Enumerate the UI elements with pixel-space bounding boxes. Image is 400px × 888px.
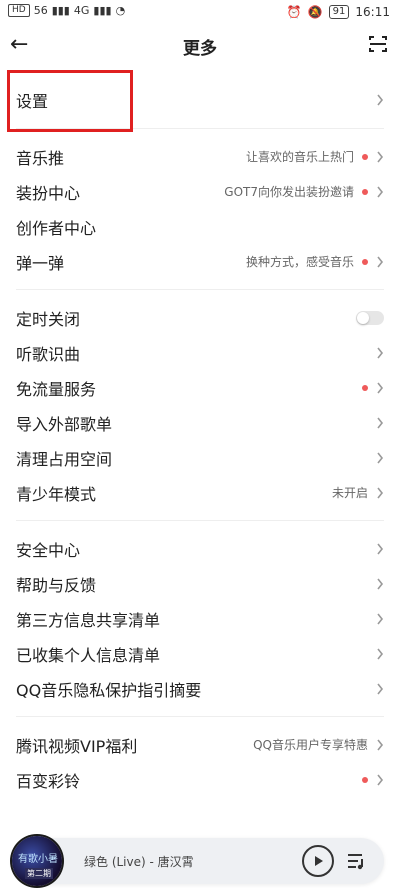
chevron-right-icon (376, 94, 384, 106)
status-left: HD 56 ▮▮▮ 4G ▮▮▮ ◔ (8, 4, 125, 17)
list-item-label: 装扮中心 (16, 183, 81, 203)
chevron-right-icon (376, 543, 384, 555)
list-group: 腾讯视频VIP福利 QQ音乐用户专享特惠百变彩铃 (0, 727, 400, 797)
mini-player[interactable]: 有歌小暑 第二期 绿色 (Live) - 唐汉霄 (12, 836, 384, 886)
list-item[interactable]: 导入外部歌单 (0, 405, 400, 440)
red-dot-badge (362, 384, 368, 391)
red-dot-badge (362, 153, 368, 160)
chevron-right-icon (376, 487, 384, 499)
list-item[interactable]: 音乐推 让喜欢的音乐上热门 (0, 139, 400, 174)
list-item-subtitle: 未开启 (331, 486, 368, 500)
page-title: 更多 (183, 39, 217, 59)
list-item[interactable]: 安全中心 (0, 531, 400, 566)
list-item[interactable]: 听歌识曲 (0, 335, 400, 370)
cover-text: 有歌小暑 (18, 854, 58, 865)
chevron-right-icon (376, 452, 384, 464)
playlist-icon[interactable] (346, 850, 368, 872)
play-icon (315, 856, 323, 866)
alarm-icon: ⏰ (286, 5, 302, 19)
list-item[interactable]: 装扮中心 GOT7向你发出装扮邀请 (0, 174, 400, 209)
list-group: 安全中心帮助与反馈第三方信息共享清单 已收集个人信息清单 QQ音乐隐私保护指引摘要 (0, 531, 400, 706)
list-item[interactable]: 免流量服务 (0, 370, 400, 405)
hd-badge: HD (8, 4, 30, 17)
list-item-label: 安全中心 (16, 540, 81, 560)
chevron-right-icon (376, 613, 384, 625)
list-item-label: 青少年模式 (16, 484, 97, 504)
top-bar: ← 更多 (0, 28, 400, 62)
list-item-label: 创作者中心 (16, 218, 97, 238)
clock: 16:11 (355, 5, 390, 19)
red-dot-badge (362, 258, 368, 265)
chevron-right-icon (376, 739, 384, 751)
chevron-right-icon (376, 417, 384, 429)
chevron-right-icon (376, 347, 384, 359)
list-item-label: 定时关闭 (16, 309, 81, 329)
list-item-label: 弹一弹 (16, 253, 65, 273)
list-item[interactable]: 清理占用空间 (0, 440, 400, 475)
battery-level: 91 (328, 5, 350, 19)
list-item-subtitle: QQ音乐用户专享特惠 (253, 738, 368, 752)
list-item[interactable]: 青少年模式 未开启 (0, 475, 400, 510)
list-item-label: 清理占用空间 (16, 449, 113, 469)
list-item-subtitle: 让喜欢的音乐上热门 (245, 150, 354, 164)
list-item[interactable]: QQ音乐隐私保护指引摘要 (0, 671, 400, 706)
list-item[interactable]: 已收集个人信息清单 (0, 636, 400, 671)
list-item-label: 导入外部歌单 (16, 414, 113, 434)
list-item-subtitle: 换种方式，感受音乐 (245, 255, 354, 269)
list-item[interactable]: 弹一弹 换种方式，感受音乐 (0, 244, 400, 279)
chevron-right-icon (376, 774, 384, 786)
status-bar: HD 56 ▮▮▮ 4G ▮▮▮ ◔ ⏰ 🔕 91 16:11 (0, 0, 400, 28)
mute-icon: 🔕 (307, 5, 323, 19)
list-item-label: 帮助与反馈 (16, 575, 97, 595)
list-item[interactable]: 帮助与反馈 (0, 566, 400, 601)
list-item[interactable]: 定时关闭 (0, 300, 400, 335)
chevron-right-icon (376, 382, 384, 394)
album-cover[interactable]: 有歌小暑 第二期 (12, 836, 62, 886)
list-item-label: 第三方信息共享清单 (16, 610, 161, 630)
list-item[interactable]: 第三方信息共享清单 (0, 601, 400, 636)
list-item[interactable]: 腾讯视频VIP福利 QQ音乐用户专享特惠 (0, 727, 400, 762)
red-dot-badge (362, 188, 368, 195)
scan-icon[interactable] (368, 34, 388, 54)
list-item-label: 免流量服务 (16, 379, 97, 399)
song-title: 绿色 (Live) - 唐汉霄 (84, 854, 194, 869)
network-label: 4G (73, 4, 90, 17)
chevron-right-icon (376, 578, 384, 590)
chevron-right-icon (376, 256, 384, 268)
settings-list: 设置 音乐推 让喜欢的音乐上热门 装扮中心 GOT7向你发出装扮邀请 创作者中心 弹一弹 换种… (0, 66, 400, 797)
list-group: 音乐推 让喜欢的音乐上热门装扮中心 GOT7向你发出装扮邀请创作者中心弹一弹 换种方式… (0, 139, 400, 279)
list-item[interactable]: 百变彩铃 (0, 762, 400, 797)
red-dot-badge (362, 776, 368, 783)
signal-icon: ▮▮▮ (51, 4, 70, 17)
play-button[interactable] (302, 845, 334, 877)
list-group: 定时关闭听歌识曲免流量服务导入外部歌单 清理占用空间 青少年模式 未开启 (0, 300, 400, 510)
list-item-subtitle: GOT7向你发出装扮邀请 (224, 185, 354, 199)
wifi-icon: ◔ (115, 4, 126, 17)
cover-text-2: 第二期 (25, 868, 53, 879)
list-item-label: 腾讯视频VIP福利 (16, 736, 138, 756)
chevron-right-icon (376, 186, 384, 198)
timer-toggle[interactable] (356, 310, 384, 325)
signal-icon-2: ▮▮▮ (93, 4, 112, 17)
chevron-right-icon (376, 683, 384, 695)
signal-label: 56 (33, 4, 48, 17)
list-item-label: QQ音乐隐私保护指引摘要 (16, 680, 202, 700)
highlight-box (7, 70, 133, 132)
status-right: ⏰ 🔕 91 16:11 (287, 5, 390, 19)
chevron-right-icon (376, 648, 384, 660)
list-item-label: 已收集个人信息清单 (16, 645, 161, 665)
list-item-label: 百变彩铃 (16, 771, 81, 791)
list-item[interactable]: 创作者中心 (0, 209, 400, 244)
list-item-label: 听歌识曲 (16, 344, 81, 364)
list-item-label: 音乐推 (16, 148, 65, 168)
chevron-right-icon (376, 151, 384, 163)
